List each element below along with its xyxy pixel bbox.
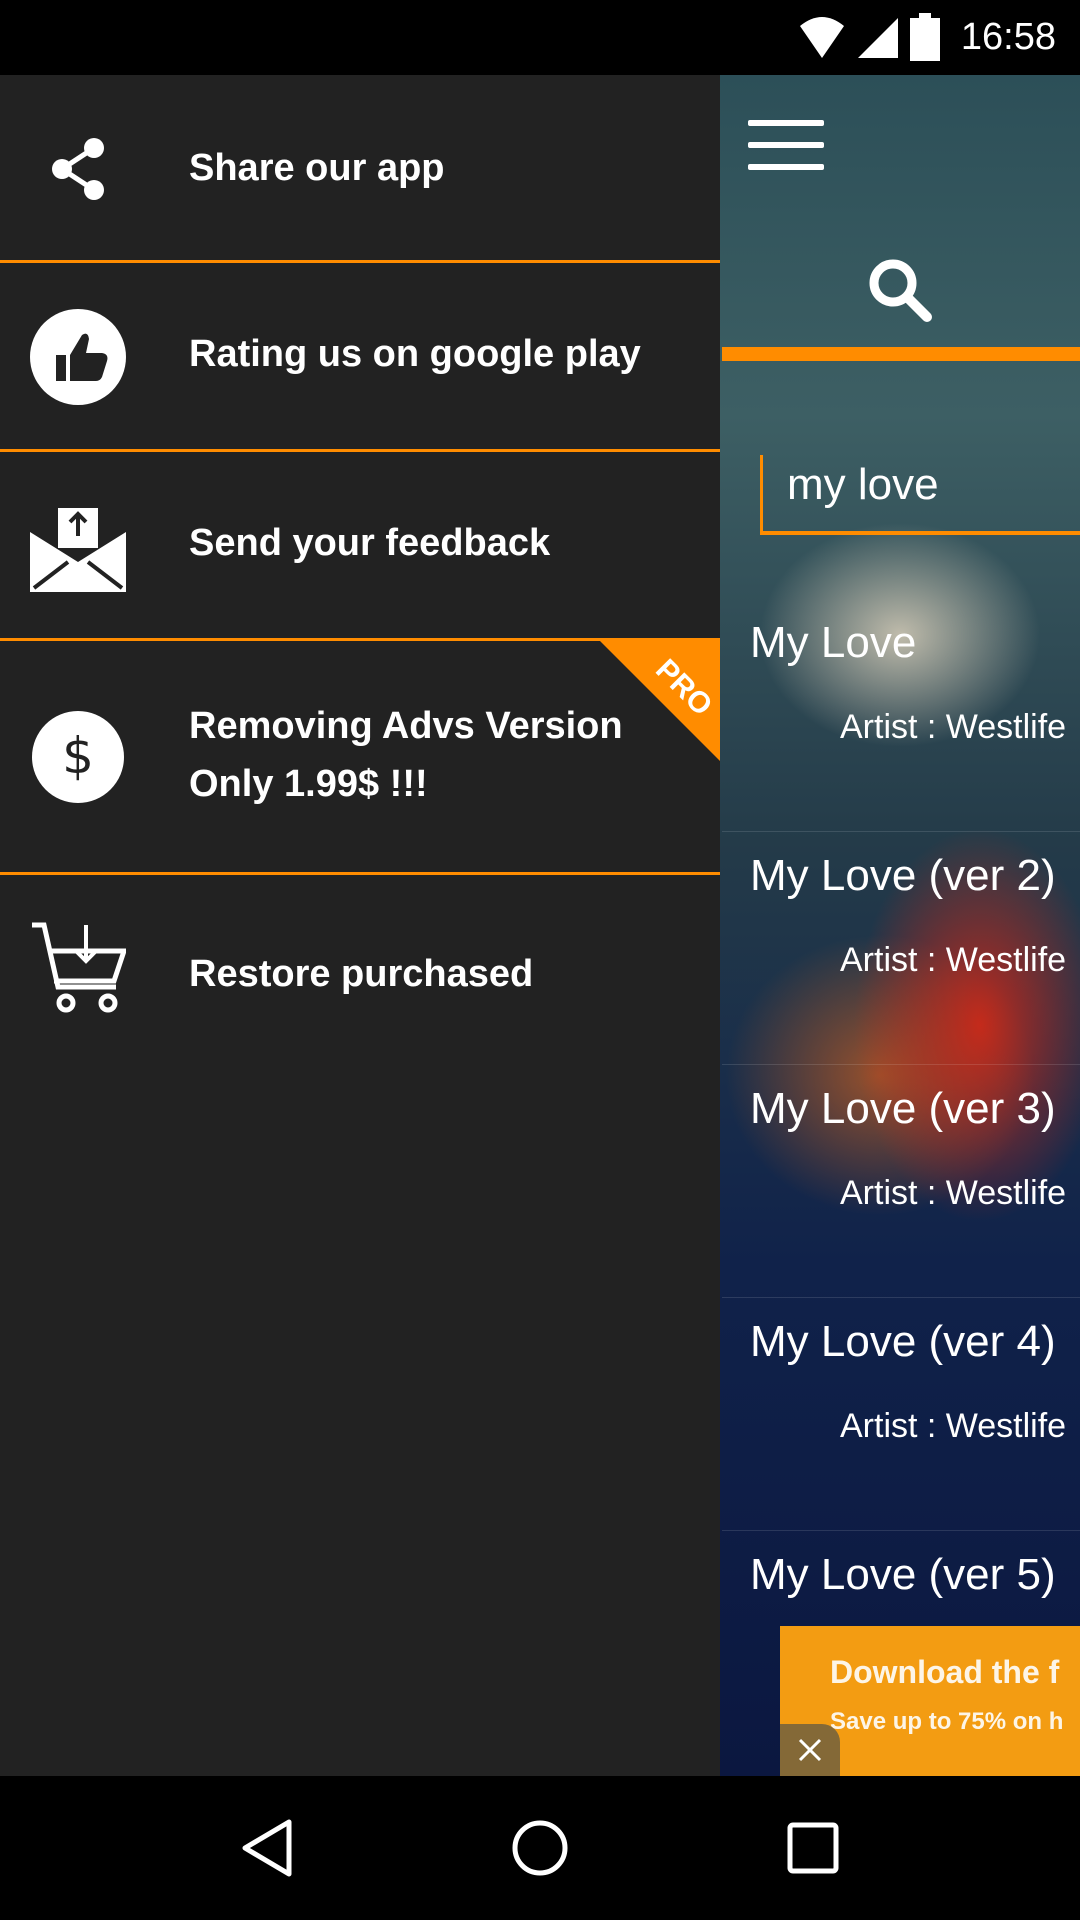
- song-title: My Love (ver 4): [750, 1317, 1056, 1366]
- back-icon: [242, 1819, 292, 1877]
- song-title: My Love (ver 5): [750, 1550, 1056, 1599]
- navigation-drawer: Share our app Rating us on google play S…: [0, 75, 720, 1776]
- drawer-item-share[interactable]: Share our app: [0, 75, 720, 263]
- battery-icon: [910, 13, 940, 61]
- drawer-item-label: Send your feedback: [189, 522, 551, 564]
- list-item[interactable]: My Love (ver 3) Artist : Westlife: [722, 1066, 1080, 1298]
- drawer-item-label-line1: Removing Advs Version: [189, 705, 623, 747]
- drawer-item-label: Removing Advs Version Only 1.99$ !!!: [189, 697, 623, 813]
- drawer-item-rating[interactable]: Rating us on google play: [0, 263, 720, 452]
- drawer-item-remove-ads[interactable]: PRO $ Removing Advs Version Only 1.99$ !…: [0, 641, 720, 875]
- drawer-item-label: Share our app: [189, 147, 445, 189]
- drawer-item-label: Rating us on google play: [189, 333, 641, 375]
- song-artist: Artist : Westlife: [840, 1174, 1067, 1212]
- svg-text:$: $: [62, 727, 94, 785]
- home-button[interactable]: [480, 1788, 600, 1908]
- song-title: My Love (ver 3): [750, 1084, 1056, 1133]
- ad-banner[interactable]: Download the f Save up to 75% on h: [780, 1626, 1080, 1776]
- ad-headline: Download the f: [830, 1654, 1060, 1690]
- drawer-item-label-line2: Only 1.99$ !!!: [189, 763, 428, 805]
- ad-subline: Save up to 75% on h: [830, 1708, 1064, 1735]
- mail-upload-icon: [28, 496, 128, 596]
- status-bar: 16:58: [0, 0, 1080, 75]
- drawer-item-restore[interactable]: Restore purchased: [0, 875, 720, 1075]
- share-icon: [28, 119, 128, 219]
- signal-icon: [858, 18, 898, 58]
- wifi-icon: [800, 17, 844, 58]
- list-item[interactable]: My Love (ver 2) Artist : Westlife: [722, 833, 1080, 1065]
- system-nav-bar: [0, 1776, 1080, 1920]
- hamburger-menu-icon[interactable]: [748, 120, 824, 176]
- song-title: My Love: [750, 618, 917, 667]
- search-icon: [869, 259, 932, 322]
- list-item[interactable]: My Love (ver 4) Artist : Westlife: [722, 1299, 1080, 1531]
- song-artist: Artist : Westlife: [840, 708, 1067, 746]
- drawer-item-feedback[interactable]: Send your feedback: [0, 452, 720, 641]
- recents-button[interactable]: [753, 1788, 873, 1908]
- back-button[interactable]: [207, 1788, 327, 1908]
- search-input[interactable]: my love: [760, 455, 1080, 535]
- song-artist: Artist : Westlife: [840, 1407, 1067, 1445]
- ad-close-button[interactable]: [780, 1724, 840, 1776]
- thumbs-up-icon: [28, 307, 128, 407]
- cart-download-icon: [28, 919, 128, 1019]
- song-artist: Artist : Westlife: [840, 941, 1067, 979]
- clock: 16:58: [960, 16, 1056, 58]
- dollar-icon: $: [28, 707, 128, 807]
- recents-icon: [787, 1822, 839, 1874]
- tab-search[interactable]: [720, 230, 1080, 350]
- list-item[interactable]: My Love Artist : Westlife: [722, 600, 1080, 832]
- home-icon: [512, 1820, 568, 1876]
- close-icon: [798, 1738, 822, 1762]
- drawer-item-label: Restore purchased: [189, 953, 534, 995]
- search-input-value: my love: [787, 460, 939, 509]
- status-icons: [798, 12, 940, 62]
- tab-indicator: [722, 347, 1080, 361]
- song-title: My Love (ver 2): [750, 851, 1056, 900]
